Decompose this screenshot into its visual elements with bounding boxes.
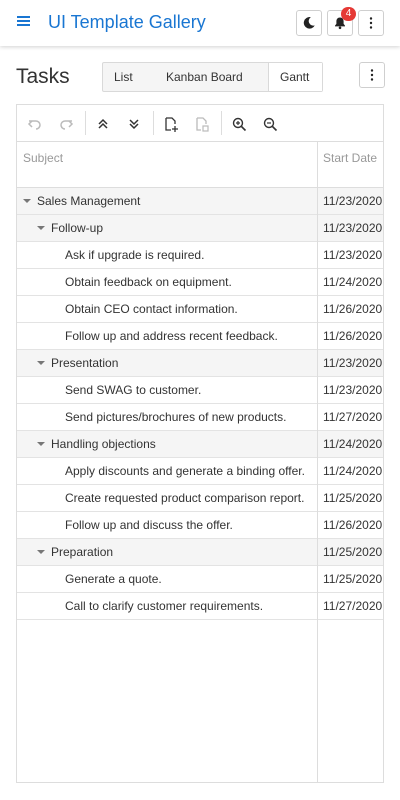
expand-all-button[interactable] [123, 113, 145, 135]
undo-button[interactable] [24, 113, 46, 135]
task-subject: Follow-up [51, 221, 104, 235]
task-start-date: 11/23/2020 [323, 221, 383, 235]
zoom-out-icon [263, 117, 277, 131]
delete-task-button[interactable] [191, 113, 213, 135]
task-row[interactable]: Apply discounts and generate a binding o… [17, 458, 383, 485]
task-subject: Follow up and address recent feedback. [65, 329, 278, 343]
task-start-date: 11/24/2020 [323, 437, 383, 451]
expand-all-icon [129, 119, 139, 130]
task-start-date: 11/23/2020 [323, 194, 383, 208]
vertical-dots-icon [369, 17, 373, 29]
task-row[interactable]: Create requested product comparison repo… [17, 485, 383, 512]
redo-icon [60, 120, 74, 130]
task-subject: Sales Management [37, 194, 141, 208]
tab-list[interactable]: List [103, 63, 155, 91]
zoom-in-button[interactable] [228, 113, 250, 135]
caret-down-icon[interactable] [37, 550, 45, 554]
toolbar-separator [85, 111, 86, 135]
grid-header: Subject Start Date [17, 142, 383, 188]
column-header-start-date[interactable]: Start Date [323, 151, 377, 165]
moon-icon [303, 17, 315, 29]
gantt-toolbar [17, 105, 383, 142]
page-title: Tasks [16, 65, 70, 88]
task-group-row[interactable]: Presentation 11/23/2020 [17, 350, 383, 377]
redo-button[interactable] [55, 113, 77, 135]
task-start-date: 11/25/2020 [323, 572, 383, 586]
task-start-date: 11/25/2020 [323, 545, 383, 559]
task-row[interactable]: Send SWAG to customer. 11/23/2020 [17, 377, 383, 404]
theme-toggle-button[interactable] [296, 10, 322, 36]
column-divider[interactable] [317, 142, 318, 782]
task-row[interactable]: Obtain feedback on equipment. 11/24/2020 [17, 269, 383, 296]
add-task-button[interactable] [160, 113, 182, 135]
page-more-button[interactable] [359, 62, 385, 88]
caret-down-icon[interactable] [37, 442, 45, 446]
caret-down-icon[interactable] [23, 199, 31, 203]
add-task-icon [165, 117, 178, 132]
view-switcher: List Kanban Board Gantt [102, 62, 323, 92]
collapse-all-button[interactable] [92, 113, 114, 135]
tab-gantt[interactable]: Gantt [268, 63, 322, 91]
zoom-in-icon [232, 117, 246, 131]
task-start-date: 11/24/2020 [323, 464, 383, 478]
hamburger-menu-icon[interactable] [16, 14, 32, 30]
task-subject: Generate a quote. [65, 572, 162, 586]
delete-task-icon [196, 117, 209, 132]
task-row[interactable]: Follow up and address recent feedback. 11… [17, 323, 383, 350]
zoom-out-button[interactable] [259, 113, 281, 135]
task-start-date: 11/23/2020 [323, 356, 383, 370]
task-row[interactable]: Send pictures/brochures of new products.… [17, 404, 383, 431]
task-subject: Obtain CEO contact information. [65, 302, 238, 316]
task-group-row[interactable]: Sales Management 11/23/2020 [17, 188, 383, 215]
task-row[interactable]: Follow up and discuss the offer. 11/26/20… [17, 512, 383, 539]
app-bar: UI Template Gallery 4 [0, 0, 400, 46]
task-subject: Obtain feedback on equipment. [65, 275, 232, 289]
task-subject: Follow up and discuss the offer. [65, 518, 233, 532]
task-rows: Sales Management 11/23/2020 Follow-up 11/23… [17, 188, 383, 620]
vertical-dots-icon [370, 69, 374, 81]
task-start-date: 11/23/2020 [323, 383, 383, 397]
task-subject: Call to clarify customer requirements. [65, 599, 264, 613]
app-title[interactable]: UI Template Gallery [48, 12, 206, 33]
task-start-date: 11/26/2020 [323, 302, 383, 316]
task-subject: Handling objections [51, 437, 156, 451]
app-menu-button[interactable] [358, 10, 384, 36]
gantt-grid: Subject Start Date Sales Management 11/23… [16, 104, 384, 783]
caret-down-icon[interactable] [37, 226, 45, 230]
task-start-date: 11/27/2020 [323, 410, 383, 424]
task-subject: Send SWAG to customer. [65, 383, 202, 397]
task-subject: Create requested product comparison repo… [65, 491, 305, 505]
task-start-date: 11/23/2020 [323, 248, 383, 262]
column-header-subject[interactable]: Subject [23, 151, 63, 165]
task-start-date: 11/25/2020 [323, 491, 383, 505]
task-subject: Apply discounts and generate a binding o… [65, 464, 305, 478]
task-subject: Preparation [51, 545, 114, 559]
task-group-row[interactable]: Preparation 11/25/2020 [17, 539, 383, 566]
task-start-date: 11/26/2020 [323, 329, 383, 343]
task-row[interactable]: Call to clarify customer requirements. 11… [17, 593, 383, 620]
task-group-row[interactable]: Follow-up 11/23/2020 [17, 215, 383, 242]
notification-badge: 4 [341, 7, 356, 21]
task-start-date: 11/26/2020 [323, 518, 383, 532]
task-start-date: 11/24/2020 [323, 275, 383, 289]
toolbar-separator [221, 111, 222, 135]
task-row[interactable]: Ask if upgrade is required. 11/23/2020 [17, 242, 383, 269]
task-group-row[interactable]: Handling objections 11/24/2020 [17, 431, 383, 458]
task-subject: Send pictures/brochures of new products. [65, 410, 287, 424]
task-subject: Presentation [51, 356, 119, 370]
caret-down-icon[interactable] [37, 361, 45, 365]
task-row[interactable]: Generate a quote. 11/25/2020 [17, 566, 383, 593]
task-row[interactable]: Obtain CEO contact information. 11/26/202… [17, 296, 383, 323]
task-start-date: 11/27/2020 [323, 599, 383, 613]
collapse-all-icon [98, 118, 108, 129]
toolbar-separator [153, 111, 154, 135]
tab-kanban-board[interactable]: Kanban Board [155, 63, 268, 91]
task-subject: Ask if upgrade is required. [65, 248, 205, 262]
undo-icon [27, 120, 41, 130]
